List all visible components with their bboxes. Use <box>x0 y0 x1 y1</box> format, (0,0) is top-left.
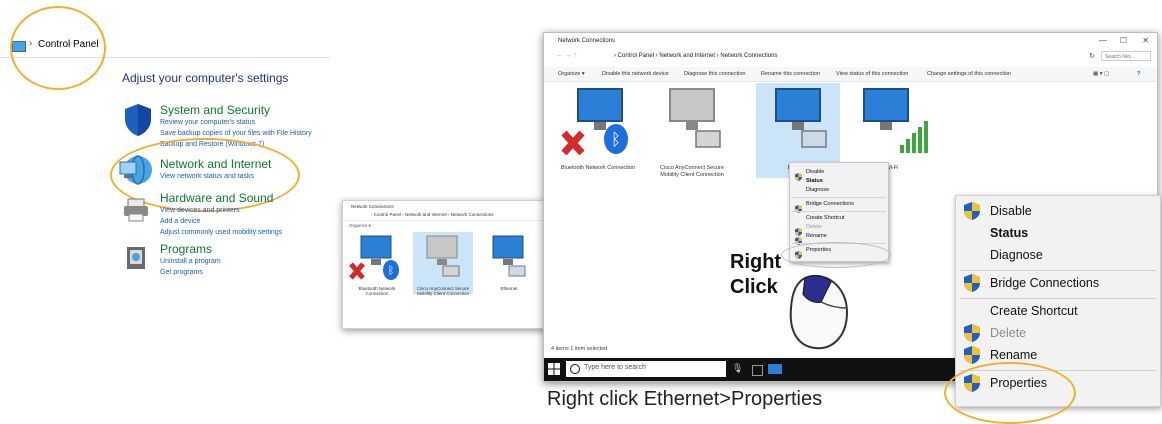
menu-item-bridge-connections[interactable]: Bridge Connections <box>806 201 854 207</box>
network-item-bluetooth[interactable]: ᛒ Bluetooth Network Connection <box>347 232 407 296</box>
window-title: Network Connections <box>558 38 616 44</box>
ethernet-icon <box>775 88 827 148</box>
window-title: Network Connections <box>351 204 394 209</box>
uac-shield-icon <box>964 202 980 220</box>
menu-separator <box>792 211 886 212</box>
category-programs: Programs Uninstall a program Get program… <box>160 242 221 278</box>
category-link[interactable]: Adjust commonly used mobility settings <box>160 227 282 238</box>
ethernet-icon <box>492 235 526 277</box>
uac-shield-icon <box>795 223 802 236</box>
programs-icon <box>127 247 145 269</box>
category-link[interactable]: Save backup copies of your files with Fi… <box>160 128 312 139</box>
menu-item-delete: Delete <box>990 326 1027 340</box>
menu-separator <box>960 298 1156 299</box>
category-link[interactable]: Review your computer's status <box>160 117 312 128</box>
maximize-button[interactable]: ☐ <box>1120 36 1127 45</box>
network-item-bluetooth[interactable]: ᛒ Bluetooth Network Connection <box>556 83 640 178</box>
bluetooth-network-icon: ᛒ <box>561 88 628 156</box>
menu-item-delete: Delete <box>806 224 822 230</box>
item-label: Ethernet <box>500 286 518 291</box>
network-adapter-icon <box>669 88 721 148</box>
menu-item-status[interactable]: Status <box>990 226 1028 240</box>
network-adapter-icon <box>426 235 460 277</box>
uac-shield-icon <box>964 274 980 292</box>
control-panel-taskbar-icon[interactable] <box>768 364 782 374</box>
right-click-word-1: Right <box>730 251 782 273</box>
address-path: › Control Panel › Network and Internet ›… <box>371 212 494 217</box>
category-link[interactable]: View devices and printers <box>160 205 282 216</box>
command-bar: Organize ▾ Disable this network device D… <box>544 67 1157 82</box>
category-hardware-sound: Hardware and Sound View devices and prin… <box>160 191 282 238</box>
network-item-cisco[interactable]: Cisco AnyConnect Secure Mobility Client … <box>650 83 734 178</box>
shield-icon <box>125 104 151 136</box>
page-title: Adjust your computer's settings <box>122 71 289 85</box>
microphone-icon[interactable]: 🎙 <box>732 363 744 375</box>
windows-start-icon[interactable] <box>548 363 560 375</box>
uac-shield-icon <box>795 232 802 245</box>
nav-arrows[interactable]: ← → ↑ <box>556 52 577 59</box>
svg-text:ᛒ: ᛒ <box>611 130 621 150</box>
command-change-settings[interactable]: Change settings of this connection <box>927 71 1011 77</box>
menu-item-status[interactable]: Status <box>806 178 823 184</box>
uac-shield-icon <box>795 200 802 213</box>
uac-shield-icon <box>964 324 980 342</box>
category-title[interactable]: Programs <box>160 242 221 256</box>
item-label: Cisco AnyConnect Secure Mobility Client … <box>660 165 724 178</box>
command-rename[interactable]: Rename this connection <box>761 71 820 77</box>
menu-item-disable[interactable]: Disable <box>990 204 1032 218</box>
caption: Right click Ethernet>Properties <box>547 388 823 410</box>
menu-item-diagnose[interactable]: Diagnose <box>806 187 829 193</box>
menu-item-bridge-connections[interactable]: Bridge Connections <box>990 276 1099 290</box>
menu-separator <box>960 270 1156 271</box>
command-diagnose[interactable]: Diagnose this connection <box>684 71 745 77</box>
uac-shield-icon <box>964 346 980 364</box>
category-title[interactable]: Hardware and Sound <box>160 191 282 205</box>
wifi-network-icon <box>863 88 928 153</box>
search-input[interactable]: Search Net... <box>1101 51 1151 61</box>
category-link[interactable]: Get programs <box>160 267 221 278</box>
network-item-cisco[interactable]: Cisco AnyConnect Secure Mobility Client … <box>413 232 473 296</box>
taskbar-search-input[interactable]: Type here to search <box>566 361 726 377</box>
right-click-label: Right Click <box>730 250 781 300</box>
menu-item-disable[interactable]: Disable <box>806 169 824 175</box>
category-title[interactable]: System and Security <box>160 103 312 117</box>
command-disable[interactable]: Disable this network device <box>602 71 669 77</box>
refresh-icon[interactable]: ↻ <box>1089 52 1095 60</box>
command-view-status[interactable]: View status of this connection <box>836 71 908 77</box>
cortana-icon <box>570 364 580 374</box>
bluetooth-network-icon: ᛒ <box>349 235 399 280</box>
menu-item-rename[interactable]: Rename <box>990 348 1037 362</box>
highlight-ring-breadcrumb <box>10 6 106 90</box>
category-link[interactable]: Uninstall a program <box>160 256 221 267</box>
menu-item-rename[interactable]: Rename <box>806 233 827 239</box>
menu-item-create-shortcut[interactable]: Create Shortcut <box>806 215 845 221</box>
network-item-ethernet[interactable]: Ethernet <box>479 232 539 294</box>
highlight-ring-properties <box>944 362 1076 424</box>
menu-item-diagnose[interactable]: Diagnose <box>990 248 1043 262</box>
item-label: Bluetooth Network Connection <box>560 165 636 171</box>
navigation-bar: ← → ↑ › Control Panel › Network and Inte… <box>544 49 1157 63</box>
highlight-ring-properties-small <box>781 242 891 268</box>
minimize-button[interactable]: — <box>1099 36 1107 45</box>
item-label: Cisco AnyConnect Secure Mobility Client … <box>416 286 470 296</box>
svg-text:ᛒ: ᛒ <box>388 264 395 277</box>
category-link[interactable]: Add a device <box>160 216 282 227</box>
printer-icon <box>124 198 148 222</box>
right-click-word-2: Click <box>730 276 778 298</box>
organize-button[interactable]: Organize ▾ <box>349 223 371 229</box>
mouse-icon <box>789 275 849 350</box>
menu-separator <box>792 197 886 198</box>
uac-shield-icon <box>795 168 802 181</box>
close-button[interactable]: ✕ <box>1142 36 1149 45</box>
help-icon[interactable]: ? <box>1137 71 1140 77</box>
taskbar-search-placeholder: Type here to search <box>584 364 646 371</box>
item-label: Bluetooth Network Connection <box>358 286 396 296</box>
menu-item-create-shortcut[interactable]: Create Shortcut <box>990 304 1078 318</box>
command-organize[interactable]: Organize ▾ <box>558 71 585 77</box>
task-view-icon[interactable] <box>752 365 763 376</box>
address-path[interactable]: › Control Panel › Network and Internet ›… <box>614 53 777 59</box>
status-bar: 4 items 1 item selected <box>551 346 608 352</box>
view-options-icon[interactable]: ▦ ▾ ▢ <box>1093 71 1109 77</box>
